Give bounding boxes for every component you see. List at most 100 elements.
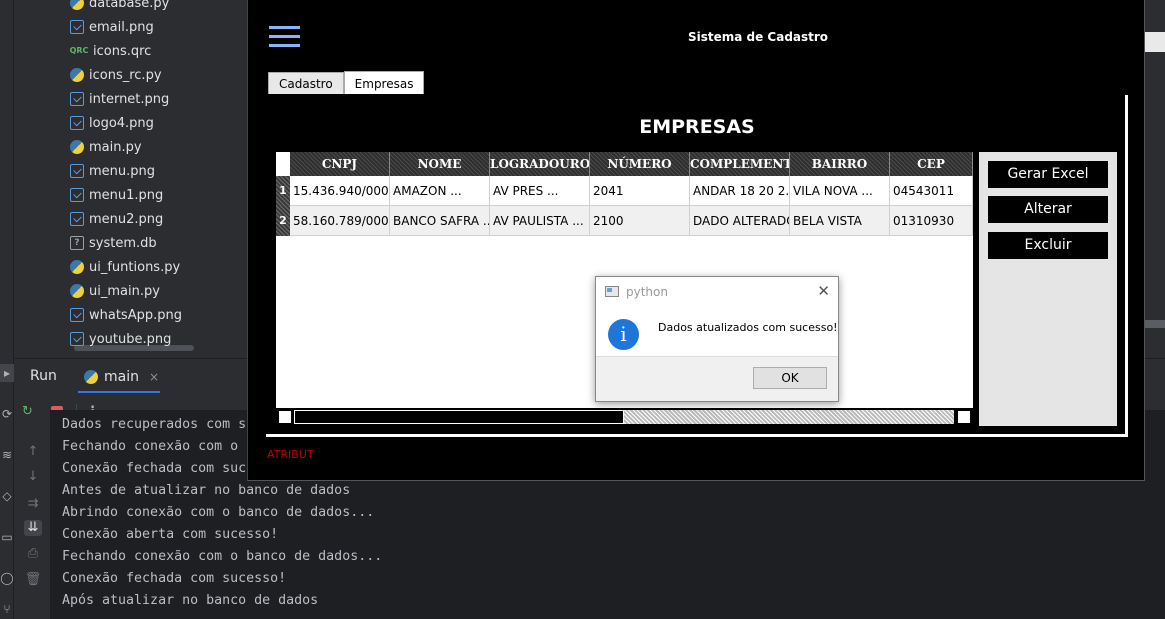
layers-tool-icon[interactable]: ≋: [0, 446, 14, 464]
python-packages-icon[interactable]: ◇: [0, 487, 14, 505]
table-horizontal-scrollbar[interactable]: [276, 408, 973, 426]
tree-item[interactable]: logo4.png: [70, 111, 154, 135]
console-line: Fechando conexão com o banco de dados...: [62, 549, 383, 564]
rerun-icon[interactable]: ↻: [22, 404, 33, 420]
gerar-excel-button[interactable]: Gerar Excel: [988, 161, 1108, 188]
table-cell[interactable]: 2041: [590, 176, 690, 206]
tree-item-label: database.py: [89, 0, 170, 11]
project-tree: database.py email.png QRC icons.qrc icons_rc…: [14, 0, 247, 354]
column-header[interactable]: NÚMERO: [590, 152, 690, 176]
soft-wrap-icon[interactable]: ⇉: [24, 496, 42, 512]
background-window-edge: [1145, 32, 1165, 52]
background-scrollbar: [1145, 320, 1165, 328]
tree-item[interactable]: menu2.png: [70, 207, 163, 231]
column-header[interactable]: LOGRADOURO: [490, 152, 590, 176]
table-cell[interactable]: 58.160.789/0001...: [290, 206, 390, 236]
tree-item-label: internet.png: [89, 91, 170, 107]
run-tab-indicator: [78, 391, 160, 393]
tree-item-label: icons_rc.py: [89, 67, 162, 83]
app-title: Sistema de Cadastro: [687, 30, 829, 44]
py-file-icon: [70, 284, 84, 298]
column-header[interactable]: BAIRRO: [790, 152, 890, 176]
column-header[interactable]: CEP: [890, 152, 973, 176]
close-icon[interactable]: ✕: [817, 282, 830, 300]
tree-item-label: menu1.png: [89, 187, 164, 203]
table-cell[interactable]: BANCO SAFRA ...: [390, 206, 490, 236]
table-cell[interactable]: AMAZON ...: [390, 176, 490, 206]
scroll-left-button[interactable]: [278, 410, 292, 424]
run-tab-label: main: [104, 369, 139, 385]
png-file-icon: [70, 332, 84, 346]
alterar-button[interactable]: Alterar: [988, 196, 1108, 223]
git-tool-icon[interactable]: ⑂: [0, 600, 14, 618]
table-cell[interactable]: AV PAULISTA ...: [490, 206, 590, 236]
excluir-button[interactable]: Excluir: [988, 232, 1108, 259]
tree-item-label: ui_funtions.py: [89, 259, 181, 275]
table-cell[interactable]: 2100: [590, 206, 690, 236]
atribut-label: ATRIBUT: [267, 448, 314, 461]
tree-item-label: email.png: [89, 19, 154, 35]
print-icon[interactable]: ⎙: [24, 546, 42, 562]
tree-item[interactable]: whatsApp.png: [70, 303, 182, 327]
table-cell[interactable]: DADO ALTERADO: [690, 206, 790, 236]
dialog-footer: OK: [596, 356, 838, 401]
table-cell[interactable]: 01310930: [890, 206, 973, 236]
close-icon[interactable]: ×: [149, 370, 159, 384]
tab-empresas[interactable]: Empresas: [343, 71, 425, 94]
tree-item[interactable]: menu.png: [70, 159, 155, 183]
console-line: Conexão aberta com sucesso!: [62, 527, 279, 542]
run-tool-icon[interactable]: ▸: [0, 364, 14, 382]
python-file-icon: [84, 370, 98, 384]
column-header[interactable]: COMPLEMENTO: [690, 152, 790, 176]
tab-cadastro[interactable]: Cadastro: [268, 72, 344, 94]
terminal-tool-icon[interactable]: ▭: [0, 528, 14, 546]
ok-button[interactable]: OK: [753, 367, 827, 389]
tree-item-label: main.py: [89, 139, 142, 155]
png-file-icon: [70, 92, 84, 106]
py-file-icon: [70, 68, 84, 82]
png-file-icon: [70, 212, 84, 226]
table-cell[interactable]: BELA VISTA: [790, 206, 890, 236]
table-corner[interactable]: [276, 152, 290, 176]
table-cell[interactable]: VILA NOVA ...: [790, 176, 890, 206]
row-header[interactable]: 2: [276, 206, 290, 236]
run-tab-main[interactable]: main ×: [84, 366, 159, 388]
dialog-titlebar: python ✕: [596, 277, 838, 307]
scroll-thumb[interactable]: [294, 410, 624, 424]
column-header[interactable]: CNPJ: [290, 152, 390, 176]
tree-item[interactable]: ? system.db: [70, 231, 157, 255]
tree-item[interactable]: email.png: [70, 15, 154, 39]
row-header[interactable]: 1: [276, 176, 290, 206]
tree-item[interactable]: internet.png: [70, 87, 169, 111]
scroll-up-icon[interactable]: ↑: [24, 444, 42, 460]
table-cell[interactable]: AV PRES ...: [490, 176, 590, 206]
section-title: EMPRESAS: [639, 116, 755, 138]
tree-item-label: icons.qrc: [93, 43, 152, 59]
tree-item[interactable]: icons_rc.py: [70, 63, 162, 87]
tree-item[interactable]: QRC icons.qrc: [69, 39, 152, 63]
table-cell[interactable]: 15.436.940/0001...: [290, 176, 390, 206]
tree-item[interactable]: ui_funtions.py: [70, 255, 180, 279]
py-file-icon: [70, 0, 84, 10]
scroll-to-end-icon[interactable]: ⇊: [24, 520, 42, 536]
dialog-body: i Dados atualizados com sucesso!: [596, 307, 838, 356]
tree-item[interactable]: main.py: [70, 135, 142, 159]
tree-item-label: ui_main.py: [89, 283, 160, 299]
services-tool-icon[interactable]: ⟳: [0, 405, 14, 423]
dialog-title: python: [626, 285, 668, 299]
scroll-down-icon[interactable]: ↓: [24, 469, 42, 485]
table-cell[interactable]: ANDAR 18 20 2...: [690, 176, 790, 206]
app-window: Sistema de Cadastro Cadastro Empresas EM…: [247, 0, 1145, 481]
trash-icon[interactable]: 🗑: [24, 572, 42, 588]
table-cell[interactable]: 04543011: [890, 176, 973, 206]
tree-item[interactable]: ui_main.py: [70, 279, 160, 303]
tab-bar: Cadastro Empresas: [268, 71, 425, 94]
tree-item[interactable]: youtube.png: [70, 327, 171, 351]
scroll-right-button[interactable]: [957, 410, 971, 424]
qrc-file-icon: QRC: [69, 46, 89, 55]
tree-item[interactable]: menu1.png: [70, 183, 163, 207]
tree-item[interactable]: database.py: [70, 0, 169, 15]
problems-tool-icon[interactable]: ◯: [0, 569, 14, 587]
menu-icon[interactable]: [269, 26, 300, 48]
column-header[interactable]: NOME: [390, 152, 490, 176]
